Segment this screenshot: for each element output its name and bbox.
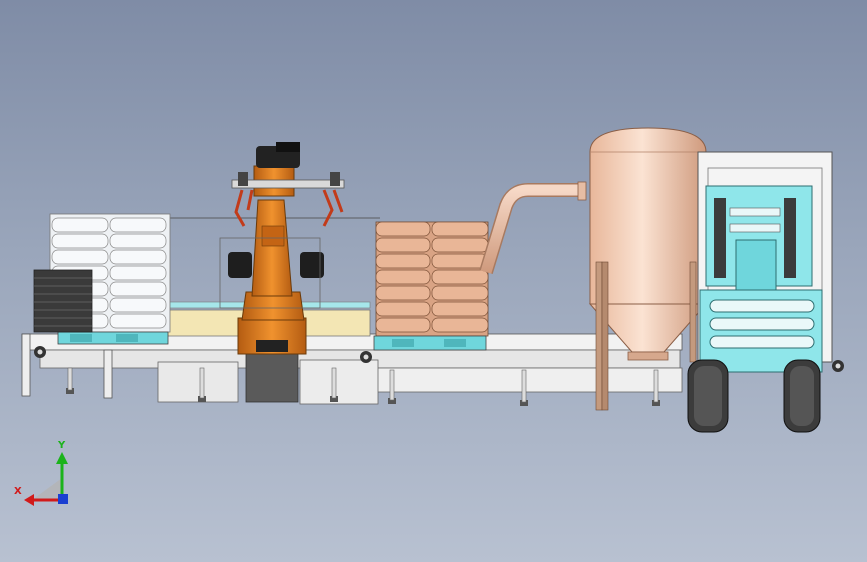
cad-viewport[interactable]: Y X xyxy=(0,0,867,562)
forklift xyxy=(687,151,833,433)
triad-y-label: Y xyxy=(58,440,66,451)
orange-bag-stack xyxy=(373,221,489,351)
coordinate-triad-icon xyxy=(24,452,68,506)
triad-x-label: X xyxy=(14,486,22,497)
empty-pallet-magazine xyxy=(33,269,93,333)
palletizing-line-model[interactable] xyxy=(0,0,867,562)
